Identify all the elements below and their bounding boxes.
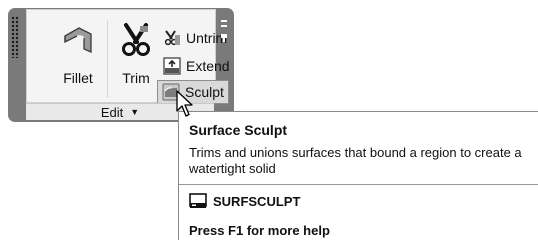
tooltip-description: Trims and unions surfaces that bound a r…	[189, 145, 538, 177]
mouse-pointer-icon	[176, 90, 193, 117]
sculpt-tooltip: Surface Sculpt Trims and unions surfaces…	[178, 111, 538, 240]
ribbon-divider	[107, 20, 108, 98]
panel-grip-handle[interactable]	[11, 16, 19, 58]
pin-icon[interactable]	[220, 20, 228, 42]
tooltip-title: Surface Sculpt	[189, 122, 288, 138]
panel-title: Edit	[100, 104, 124, 120]
untrim-icon	[164, 30, 180, 46]
tooltip-divider	[179, 184, 538, 185]
fillet-button[interactable]: Fillet	[51, 18, 105, 98]
fillet-label: Fillet	[63, 70, 93, 86]
edit-ribbon-panel: Fillet Trim Untrim Extend Sculpt Edit ▼	[8, 8, 234, 122]
trim-button[interactable]: Trim	[111, 18, 161, 98]
trim-label: Trim	[122, 70, 150, 86]
scissors-icon	[122, 23, 150, 56]
command-line-icon	[189, 193, 207, 208]
caret-down-icon: ▼	[130, 107, 140, 117]
tooltip-help-text: Press F1 for more help	[189, 223, 330, 238]
extend-icon	[163, 57, 181, 75]
tooltip-command-name: SURFSCULPT	[213, 193, 301, 209]
ribbon-panel-body: Fillet Trim Untrim Extend Sculpt	[26, 9, 230, 104]
tooltip-description-line-1: Trims and unions surfaces that bound a r…	[189, 145, 522, 160]
screenshot-stage: Fillet Trim Untrim Extend Sculpt Edit ▼ …	[0, 0, 538, 240]
tooltip-description-line-2: watertight solid	[189, 161, 276, 176]
panel-side-strip	[216, 10, 232, 98]
fillet-surface-icon	[64, 27, 92, 53]
tooltip-command: SURFSCULPT	[189, 193, 300, 209]
